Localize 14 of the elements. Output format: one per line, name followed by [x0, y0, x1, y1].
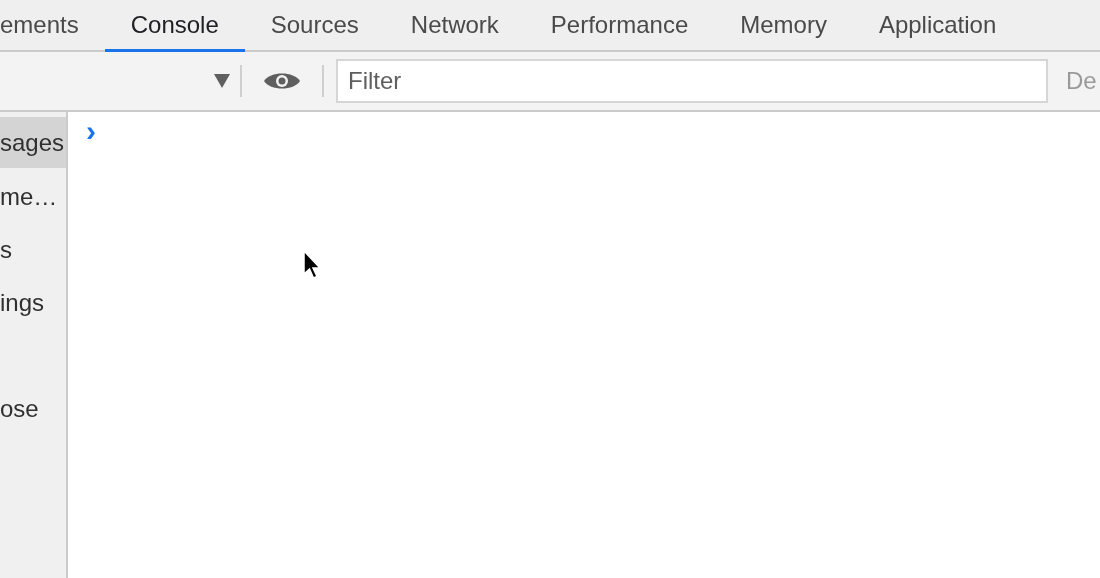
- prompt-icon: ›: [86, 116, 96, 146]
- sidebar-item[interactable]: me…: [0, 170, 66, 223]
- tab[interactable]: Sources: [244, 0, 385, 52]
- filter-field[interactable]: Filter: [336, 59, 1048, 103]
- tab[interactable]: Performance: [524, 0, 715, 52]
- caret-icon[interactable]: [214, 74, 230, 88]
- tab[interactable]: Network: [384, 0, 525, 52]
- sidebar-item[interactable]: ings: [0, 276, 66, 329]
- tab[interactable]: Memory: [714, 0, 853, 52]
- sidebar-item[interactable]: sages: [0, 117, 66, 168]
- tab[interactable]: Application: [852, 0, 1023, 52]
- sidebar-item[interactable]: ose: [0, 382, 66, 435]
- tab[interactable]: ements: [0, 0, 105, 52]
- sidebar-item[interactable]: s: [0, 223, 66, 276]
